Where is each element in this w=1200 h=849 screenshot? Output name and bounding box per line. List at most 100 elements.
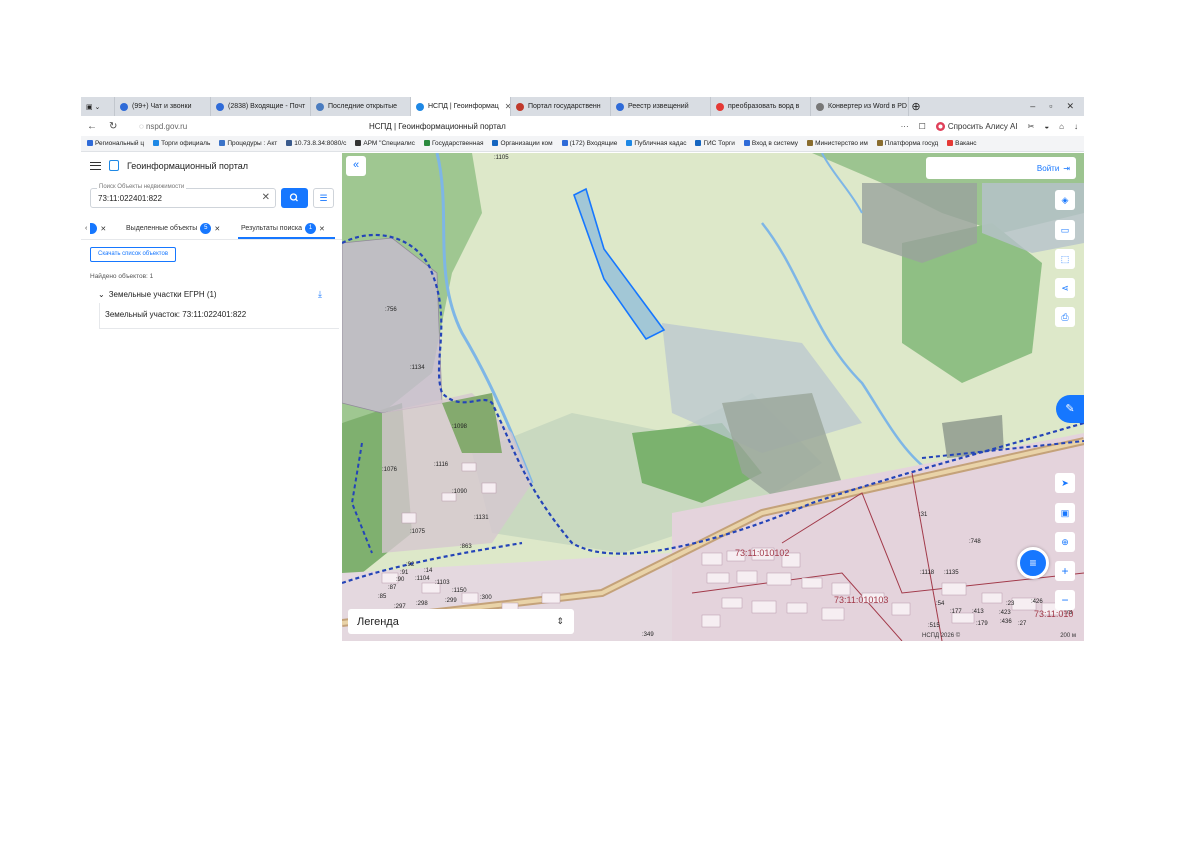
bookmark-item[interactable]: 10.73.8.34:8080/c <box>286 140 346 147</box>
address-bar-actions: ··· ☐ Спросить Алису AI ✂ ◒ ⌂ ↓ <box>901 121 1078 131</box>
map-view[interactable]: :1105 :756 :1134 :1098 :1076 :1116 :1090… <box>342 153 1084 641</box>
bookmark-item[interactable]: Региональный ц <box>87 140 144 147</box>
chevron-updown-icon: ⇕ <box>556 616 564 626</box>
share-button[interactable]: ⋖ <box>1055 278 1075 298</box>
bookmark-favicon-icon <box>626 140 633 147</box>
browser-tab[interactable]: (2838) Входящие - Почт <box>211 97 311 116</box>
maximize-button[interactable]: ▫ <box>1049 101 1052 112</box>
tab-search-results[interactable]: Результаты поиска 1 ✕ <box>241 223 325 234</box>
extensions-icon[interactable]: ✂ <box>1028 122 1035 131</box>
parcel-label: :85 <box>378 594 387 600</box>
bookmark-item[interactable]: Организации ком <box>492 140 553 147</box>
bookmark-item[interactable]: Вход в систему <box>743 140 798 147</box>
bookmark-item[interactable]: Ваканс <box>947 140 977 147</box>
menu-icon[interactable] <box>90 161 101 170</box>
tab-selected-objects[interactable]: Выделенные объекты 5 ✕ <box>126 223 220 234</box>
browser-tab[interactable]: Конвертер из Word в PD <box>811 97 909 116</box>
bookmark-favicon-icon <box>219 140 226 147</box>
parcel-label: :423 <box>999 610 1011 616</box>
browser-tab[interactable]: преобразовать ворд в <box>711 97 811 116</box>
select-area-button[interactable]: ⬚ <box>1055 249 1075 269</box>
bookmark-favicon-icon <box>743 140 750 147</box>
parcel-label: :349 <box>642 632 654 638</box>
search-input[interactable] <box>98 194 258 203</box>
parcel-label: :1105 <box>494 155 509 161</box>
bookmark-item[interactable]: Государственная <box>423 140 483 147</box>
search-button[interactable] <box>281 188 308 208</box>
locate-button[interactable]: ➤ <box>1055 473 1075 493</box>
bookmark-item[interactable]: Процедуры : Акт <box>219 140 277 147</box>
more-icon[interactable]: ··· <box>901 122 909 131</box>
back-icon[interactable]: ← <box>87 121 97 132</box>
parcel-label: :179 <box>976 621 988 627</box>
browser-tab[interactable]: (99+) Чат и звонки <box>115 97 211 116</box>
tab-group-button[interactable]: ▣ ⌄ <box>81 97 115 116</box>
login-button[interactable]: Войти ⇥ <box>926 157 1076 179</box>
browser-tab[interactable]: Реестр извещений <box>611 97 711 116</box>
browser-tab[interactable]: Портал государственн <box>511 97 611 116</box>
list-item[interactable]: Земельный участок: 73:11:022401:822 <box>99 303 339 329</box>
bookmark-item[interactable]: Платформа госуд <box>876 140 938 147</box>
bookmark-icon[interactable]: ☐ <box>919 122 926 131</box>
bookmark-favicon-icon <box>876 140 883 147</box>
result-group-header[interactable]: ⌄ Земельные участки ЕГРН (1) <box>98 290 217 299</box>
chat-button[interactable]: ✎ <box>1056 395 1084 423</box>
results-count-badge: 1 <box>305 223 317 234</box>
url-field[interactable]: ◌ nspd.gov.ru <box>139 122 369 131</box>
protect-icon[interactable]: ◒ <box>1044 122 1049 131</box>
alice-button[interactable]: Спросить Алису AI <box>935 121 1018 131</box>
parcel-label: :298 <box>416 601 428 607</box>
zoom-area-icon: ⊕ <box>1061 537 1069 547</box>
layers-button[interactable]: ◈ <box>1055 190 1075 210</box>
found-count: Найдено объектов: 1 <box>90 273 154 280</box>
browser-tab-active[interactable]: НСПД | Геоинформац ✕ <box>411 97 511 116</box>
parcel-label: :1135 <box>944 570 959 576</box>
legend-dropdown[interactable]: Легенда ⇕ <box>348 609 574 634</box>
parcel-label: :413 <box>972 609 984 615</box>
tab-favicon-icon <box>416 102 424 111</box>
close-tab-icon[interactable]: ✕ <box>319 225 325 233</box>
sidebar-header: Геоинформационный портал <box>90 160 248 171</box>
menu-fab-button[interactable]: ≡ <box>1017 547 1049 579</box>
bookmark-item[interactable]: Публичная кадас <box>626 140 686 147</box>
print-button[interactable]: ⎙ <box>1055 307 1075 327</box>
quarter-label: 73:11:010 <box>1034 609 1073 619</box>
bookmark-item[interactable]: (172) Входящие <box>561 140 617 147</box>
search-field-label: Поиск Объекты недвижимости <box>97 184 187 190</box>
bookmark-item[interactable]: Торги официаль <box>153 140 210 147</box>
downloads-icon[interactable]: ↓ <box>1074 122 1078 131</box>
parcel-label: :1118 <box>920 570 935 576</box>
download-icon[interactable]: ⤓ <box>318 289 322 300</box>
tab-scroll-left[interactable]: ‹ ✕ <box>85 223 106 234</box>
collapse-sidebar-button[interactable]: « <box>346 156 366 176</box>
hidden-tab-badge <box>90 223 98 234</box>
nav-buttons: ← ↻ <box>87 121 139 132</box>
bookmarks-bar: Региональный ц Торги официаль Процедуры … <box>81 136 1084 152</box>
zoom-in-button[interactable]: + <box>1055 561 1075 581</box>
tab-favicon-icon <box>616 102 624 111</box>
map-canvas[interactable]: :1105 :756 :1134 :1098 :1076 :1116 :1090… <box>342 153 1084 641</box>
ruler-icon: ▭ <box>1060 225 1070 235</box>
clear-icon[interactable]: ✕ <box>262 192 270 203</box>
filter-settings-button[interactable]: ☰ <box>313 188 334 208</box>
bookmark-item[interactable]: АРМ "Специалис <box>355 140 415 147</box>
close-tab-icon[interactable]: ✕ <box>214 225 220 233</box>
basemap-button[interactable]: ▣ <box>1055 503 1075 523</box>
parcel-label: :1075 <box>410 529 426 535</box>
bookmark-item[interactable]: Министерство им <box>807 140 868 147</box>
browser-tab[interactable]: Последние открытые <box>311 97 411 116</box>
login-icon: ⇥ <box>1063 163 1070 173</box>
zoom-area-button[interactable]: ⊕ <box>1055 532 1075 552</box>
new-tab-button[interactable]: ⊕ <box>909 100 923 113</box>
collections-icon[interactable]: ⌂ <box>1059 122 1064 131</box>
parcel-label: :436 <box>1000 619 1012 625</box>
reload-icon[interactable]: ↻ <box>109 121 117 132</box>
bookmark-item[interactable]: ГИС Торги <box>695 140 735 147</box>
zoom-out-icon: − <box>1061 593 1069 607</box>
select-area-icon: ⬚ <box>1060 254 1070 264</box>
zoom-out-button[interactable]: − <box>1055 590 1075 610</box>
minimize-button[interactable]: – <box>1030 101 1035 112</box>
download-list-button[interactable]: Скачать список объектов <box>90 247 176 262</box>
close-window-button[interactable]: ✕ <box>1066 101 1074 112</box>
ruler-button[interactable]: ▭ <box>1055 220 1075 240</box>
